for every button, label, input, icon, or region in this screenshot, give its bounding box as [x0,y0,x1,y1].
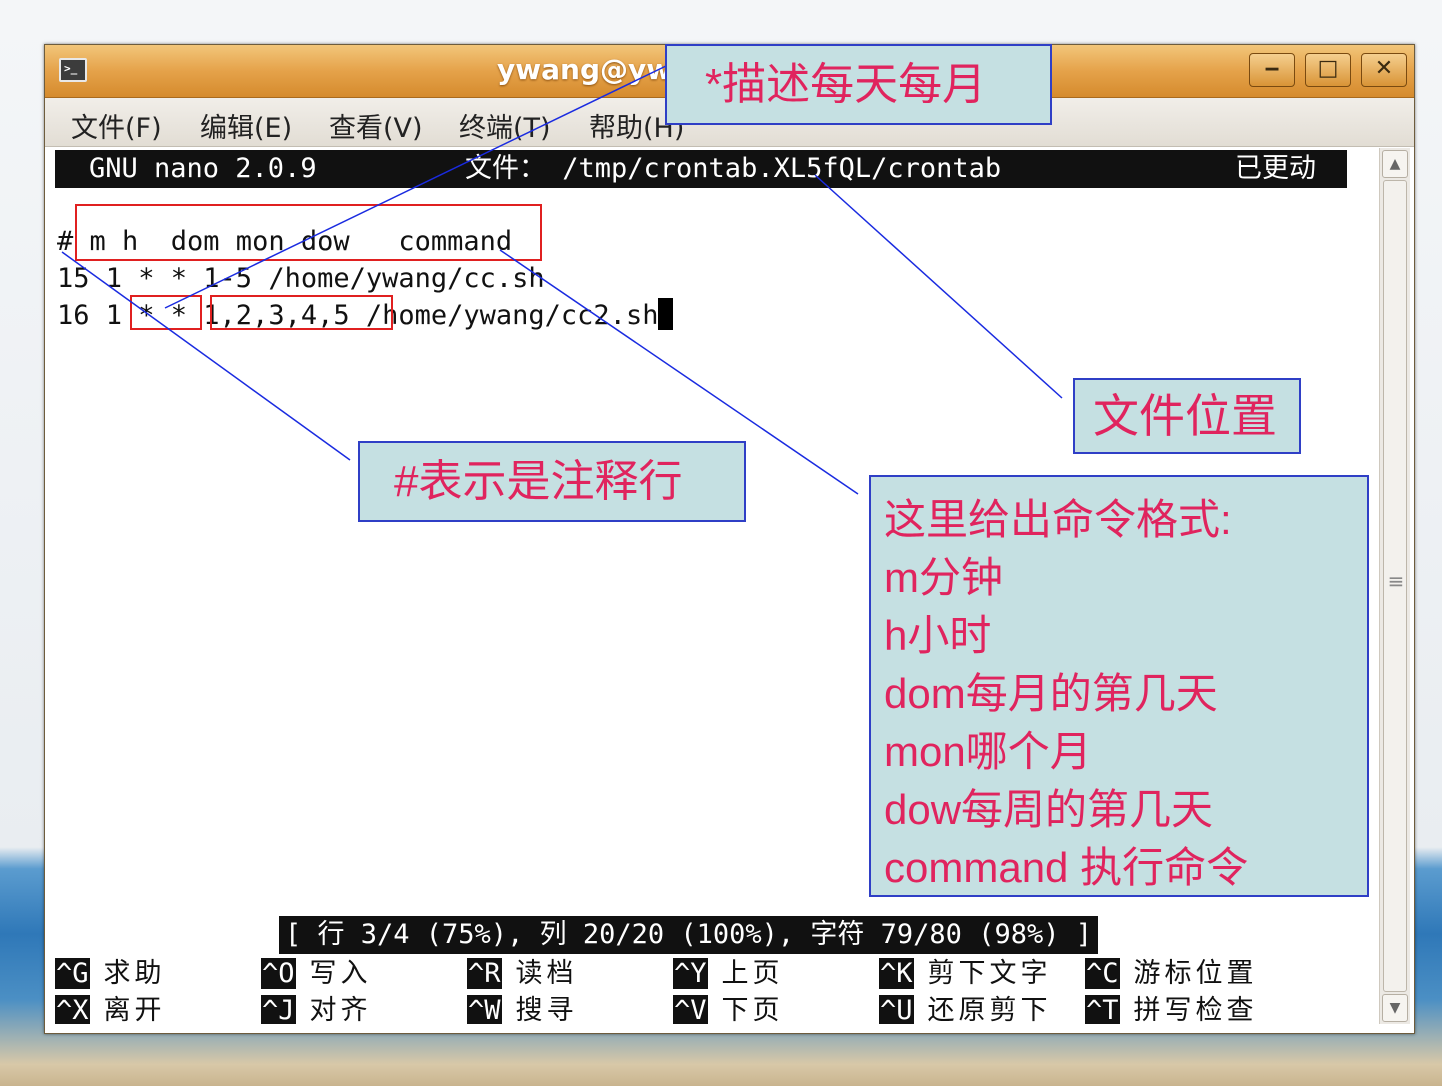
shortcut-exit[interactable]: ^X 离开 [55,993,166,1024]
nano-filename: 文件： /tmp/crontab.XL5fQL/crontab [465,153,1002,184]
shortcut-key: ^G [55,958,90,989]
highlight-weekday-list [210,295,393,330]
shortcut-key: ^K [879,958,914,989]
shortcut-label: 剪下文字 [927,958,1052,989]
shortcut-key: ^U [879,995,914,1024]
format-line: mon哪个月 [884,728,1092,775]
shortcut-help[interactable]: ^G 求助 [55,956,166,992]
menu-terminal[interactable]: 终端(T) [453,106,557,145]
format-line: dow每周的第几天 [884,786,1214,833]
shortcut-key: ^X [55,995,90,1024]
shortcut-label: 下页 [721,995,784,1024]
shortcut-key: ^C [1085,958,1120,989]
scroll-up-icon[interactable]: ▲ [1382,150,1408,178]
shortcut-label: 游标位置 [1133,958,1258,989]
text-cursor [658,298,674,330]
shortcut-next-page[interactable]: ^V 下页 [673,993,784,1024]
shortcut-label: 求助 [103,958,166,989]
editor-line-1: 15 1 * * 1-5 /home/ywang/cc.sh [57,263,545,294]
format-line: 这里给出命令格式: [884,496,1232,543]
shortcut-label: 读档 [515,958,578,989]
status-bar: [ 行 3/4 (75%), 列 20/20 (100%), 字符 79/80 … [279,916,1098,954]
shortcut-write[interactable]: ^O 写入 [261,956,372,992]
format-line: dom每月的第几天 [884,670,1218,717]
scrollbar-thumb[interactable]: ≡ [1383,180,1407,992]
shortcut-label: 还原剪下 [927,995,1052,1024]
nano-header: GNU nano 2.0.9 文件： /tmp/crontab.XL5fQL/c… [55,150,1347,188]
menu-edit[interactable]: 编辑(E) [194,106,298,145]
shortcut-label: 离开 [103,995,166,1024]
callout-command-format: 这里给出命令格式: m分钟 h小时 dom每月的第几天 mon哪个月 dow每周… [869,475,1369,897]
callout-star-description: *描述每天每月 [665,44,1052,125]
highlight-stars [130,295,202,330]
terminal-icon: >_ [59,58,87,82]
shortcut-key: ^T [1085,995,1120,1024]
nano-modified-flag: 已更动 [1235,153,1316,184]
scroll-down-icon[interactable]: ▼ [1382,994,1408,1022]
shortcut-key: ^Y [673,958,708,989]
shortcut-key: ^R [467,958,502,989]
shortcut-label: 拼写检查 [1133,995,1258,1024]
vertical-scrollbar[interactable]: ▲ ≡ ▼ [1379,148,1410,1024]
window-title: ywang@yw [497,53,673,86]
close-button[interactable]: ✕ [1361,53,1407,87]
shortcut-spell-check[interactable]: ^T 拼写检查 [1085,993,1258,1024]
callout-comment-hash: #表示是注释行 [358,441,746,522]
shortcut-key: ^V [673,995,708,1024]
format-line: m分钟 [884,554,1003,601]
shortcut-prev-page[interactable]: ^Y 上页 [673,956,784,992]
grip-icon: ≡ [1387,569,1405,593]
menu-file[interactable]: 文件(F) [65,106,168,145]
shortcut-label: 写入 [309,958,372,989]
shortcut-uncut[interactable]: ^U 还原剪下 [879,993,1052,1024]
shortcut-key: ^W [467,995,502,1024]
shortcut-label: 上页 [721,958,784,989]
shortcut-key: ^J [261,995,296,1024]
highlight-header-fields [75,204,542,261]
maximize-button[interactable]: □ [1305,53,1351,87]
shortcut-key: ^O [261,958,296,989]
shortcut-cursor-pos[interactable]: ^C 游标位置 [1085,956,1258,992]
menu-view[interactable]: 查看(V) [323,106,429,145]
shortcut-label: 对齐 [309,995,372,1024]
shortcut-search[interactable]: ^W 搜寻 [467,993,578,1024]
shortcut-cut[interactable]: ^K 剪下文字 [879,956,1052,992]
format-line: h小时 [884,612,992,659]
shortcut-label: 搜寻 [515,995,578,1024]
minimize-button[interactable]: ‒ [1249,53,1295,87]
shortcut-read[interactable]: ^R 读档 [467,956,578,992]
callout-file-location: 文件位置 [1073,378,1301,454]
shortcut-justify[interactable]: ^J 对齐 [261,993,372,1024]
nano-version: GNU nano 2.0.9 [89,153,317,184]
format-line: command 执行命令 [884,844,1249,891]
